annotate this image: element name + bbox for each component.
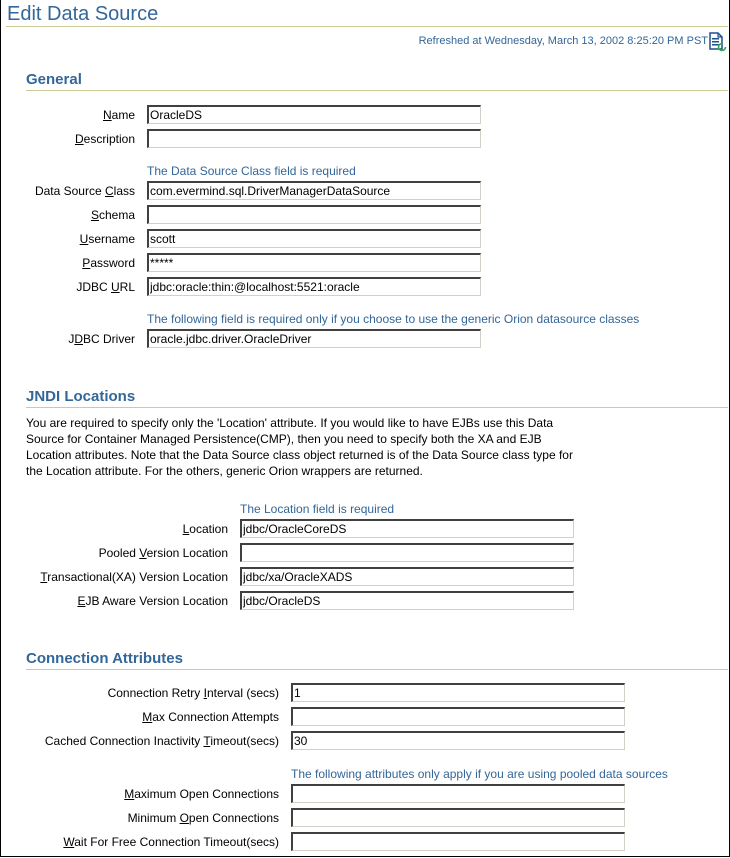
section-heading-general: General [26, 71, 82, 88]
refresh-page-icon[interactable] [709, 32, 727, 52]
jdbc-url-label: JDBC URL [76, 280, 135, 294]
data-source-class-input[interactable] [147, 181, 481, 200]
location-hint: The Location field is required [240, 502, 395, 516]
inactivity-timeout-label: Cached Connection Inactivity Timeout(sec… [44, 734, 279, 748]
max-connection-attempts-label: Max Connection Attempts [142, 710, 279, 724]
max-open-connections-label: Maximum Open Connections [124, 787, 279, 801]
name-input[interactable] [147, 105, 481, 124]
pooled-version-location-label: Pooled Version Location [98, 546, 228, 560]
pooled-attributes-hint: The following attributes only apply if y… [291, 767, 668, 781]
general-divider [26, 90, 728, 91]
name-label: Name [102, 108, 135, 122]
schema-input[interactable] [147, 205, 481, 224]
min-open-connections-input[interactable] [291, 808, 625, 827]
retry-interval-label: Connection Retry Interval (secs) [107, 686, 279, 700]
location-input[interactable] [240, 519, 574, 538]
jdbc-url-input[interactable] [147, 277, 481, 296]
section-heading-connection-attributes: Connection Attributes [26, 650, 183, 667]
min-open-connections-label: Minimum Open Connections [127, 811, 279, 825]
inactivity-timeout-input[interactable] [291, 731, 625, 750]
jdbc-driver-hint: The following field is required only if … [147, 312, 640, 326]
username-input[interactable] [147, 229, 481, 248]
wait-timeout-label: Wait For Free Connection Timeout(secs) [63, 835, 279, 849]
title-divider [6, 26, 728, 27]
username-label: Username [79, 232, 135, 246]
password-input[interactable] [147, 253, 481, 272]
section-heading-jndi-locations: JNDI Locations [26, 388, 136, 405]
data-source-class-label: Data Source Class [34, 184, 135, 198]
location-label: Location [182, 522, 228, 536]
retry-interval-input[interactable] [291, 683, 625, 702]
jndi-divider [26, 407, 728, 408]
max-connection-attempts-input[interactable] [291, 707, 625, 726]
ejb-aware-version-location-label: EJB Aware Version Location [77, 594, 228, 608]
pooled-version-location-input[interactable] [240, 543, 574, 562]
description-label: Description [74, 132, 135, 146]
jdbc-driver-input[interactable] [147, 329, 481, 348]
data-source-class-hint: The Data Source Class field is required [147, 164, 356, 178]
schema-label: Schema [90, 208, 135, 222]
jndi-description: You are required to specify only the 'Lo… [26, 416, 573, 478]
refreshed-timestamp: Refreshed at Wednesday, March 13, 2002 8… [418, 35, 708, 47]
xa-version-location-input[interactable] [240, 567, 574, 586]
xa-version-location-label: Transactional(XA) Version Location [40, 570, 228, 584]
wait-timeout-input[interactable] [291, 832, 625, 851]
page-title: Edit Data Source [7, 3, 159, 25]
connection-divider [26, 669, 728, 670]
description-input[interactable] [147, 129, 481, 148]
jdbc-driver-label: JDBC Driver [68, 332, 135, 346]
max-open-connections-input[interactable] [291, 784, 625, 803]
password-label: Password [82, 256, 135, 270]
ejb-aware-version-location-input[interactable] [240, 591, 574, 610]
